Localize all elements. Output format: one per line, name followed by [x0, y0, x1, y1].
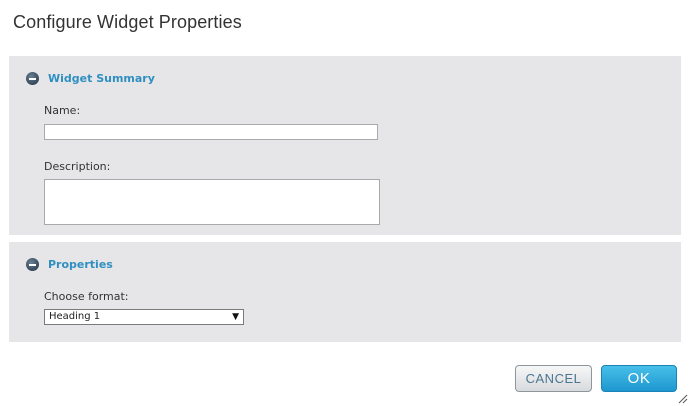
ok-button[interactable]: OK: [601, 365, 677, 392]
widget-summary-section: Widget Summary Name: Description:: [9, 56, 681, 235]
description-textarea[interactable]: [44, 179, 380, 225]
resize-grip-icon[interactable]: [678, 394, 688, 404]
properties-section: Properties Choose format: Heading 1 ▼: [9, 242, 681, 342]
format-select[interactable]: Heading 1 ▼: [44, 309, 244, 325]
name-input[interactable]: [44, 124, 378, 140]
collapse-icon[interactable]: [26, 258, 39, 271]
name-label: Name:: [44, 104, 81, 117]
dropdown-arrow-icon[interactable]: ▼: [232, 310, 239, 324]
properties-title: Properties: [48, 258, 113, 271]
format-selected-value: Heading 1: [49, 311, 101, 322]
properties-header[interactable]: Properties: [26, 258, 113, 271]
widget-summary-header[interactable]: Widget Summary: [26, 72, 155, 85]
dialog-title: Configure Widget Properties: [13, 12, 242, 32]
widget-summary-title: Widget Summary: [48, 72, 155, 85]
cancel-button[interactable]: CANCEL: [515, 365, 592, 392]
format-label: Choose format:: [44, 290, 129, 303]
collapse-icon[interactable]: [26, 72, 39, 85]
description-label: Description:: [44, 160, 111, 173]
